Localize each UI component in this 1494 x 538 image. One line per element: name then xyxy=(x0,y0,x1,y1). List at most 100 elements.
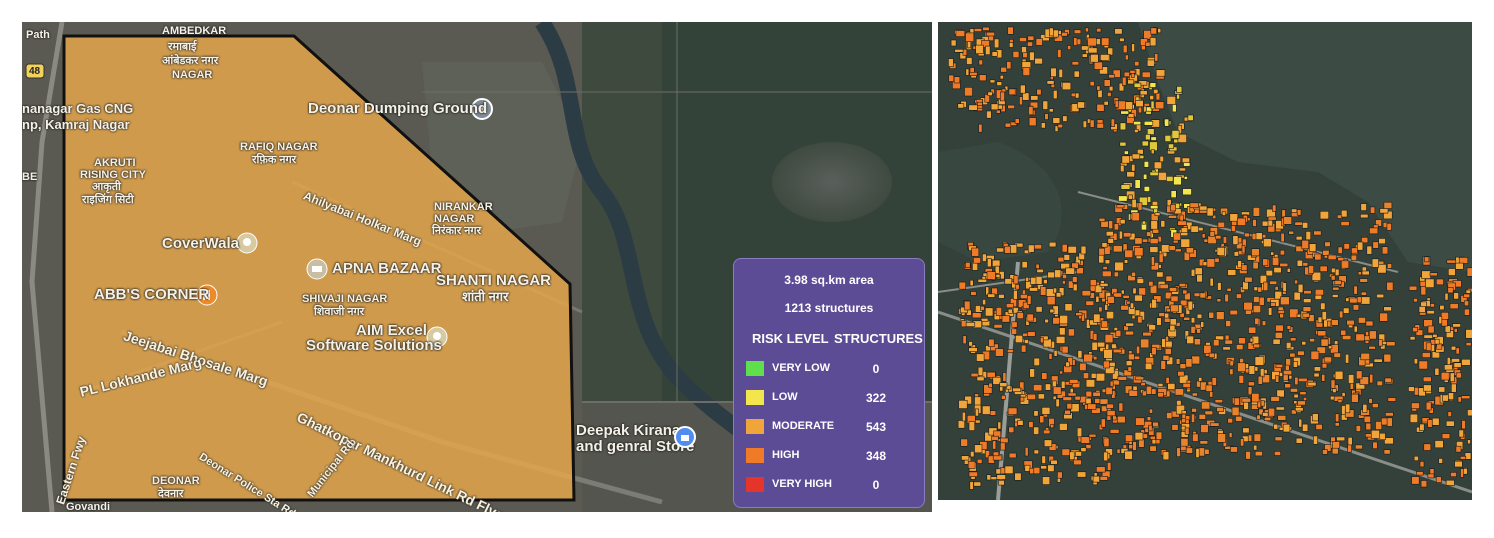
building-footprint xyxy=(1076,427,1083,438)
building-footprint xyxy=(1286,325,1292,330)
building-footprint xyxy=(1085,27,1089,33)
building-footprint xyxy=(1209,422,1220,427)
building-footprint xyxy=(1103,360,1110,369)
building-footprint xyxy=(1334,268,1340,276)
building-footprint xyxy=(1254,317,1260,325)
building-footprint xyxy=(1107,462,1112,471)
building-footprint xyxy=(1277,306,1284,311)
building-footprint xyxy=(1240,438,1245,447)
high-swatch xyxy=(746,448,764,463)
legend-row-high: HIGH 348 xyxy=(746,446,916,466)
building-footprint xyxy=(1413,298,1418,303)
building-footprint xyxy=(1093,472,1098,477)
aim-excel-label[interactable]: AIM Excel xyxy=(356,323,427,338)
building-footprint xyxy=(1072,276,1078,283)
building-footprint xyxy=(965,262,971,269)
shopping-cart-icon[interactable] xyxy=(306,258,328,285)
building-footprint xyxy=(1014,118,1020,124)
building-footprint xyxy=(1176,400,1182,406)
building-footprint xyxy=(1027,41,1033,47)
building-footprint xyxy=(1089,81,1095,87)
building-footprint xyxy=(1303,298,1312,304)
building-footprint xyxy=(1190,317,1196,324)
deepak-kirana-label[interactable]: Deepak Kirana xyxy=(576,423,680,438)
building-footprint xyxy=(973,28,983,32)
building-footprint xyxy=(1378,238,1386,245)
abbs-corner-label[interactable]: ABB'S CORNER xyxy=(94,287,209,302)
building-footprint xyxy=(1321,311,1327,321)
apna-bazaar-label[interactable]: APNA BAZAAR xyxy=(332,261,441,276)
building-footprint xyxy=(1131,164,1136,172)
building-footprint xyxy=(1347,436,1353,446)
building-footprint xyxy=(982,26,990,31)
building-footprint xyxy=(1137,315,1143,324)
building-footprint xyxy=(1293,400,1298,405)
building-footprint xyxy=(1053,90,1058,100)
building-footprint xyxy=(1298,377,1308,383)
building-footprint xyxy=(1167,383,1176,390)
low-swatch xyxy=(746,390,764,405)
deonar-dumping-ground-label[interactable]: Deonar Dumping Ground xyxy=(308,101,487,116)
building-footprint xyxy=(1465,289,1471,294)
building-footprint xyxy=(1115,329,1122,337)
building-footprint xyxy=(1085,444,1092,449)
store-pin-icon[interactable] xyxy=(674,426,696,453)
building-footprint xyxy=(1443,364,1453,371)
building-footprint xyxy=(1123,71,1131,77)
building-footprint xyxy=(1064,303,1073,312)
building-footprint xyxy=(1034,244,1043,250)
structures-header: STRUCTURES xyxy=(834,331,923,346)
building-footprint xyxy=(1285,342,1292,349)
building-footprint xyxy=(1119,230,1123,240)
building-footprint xyxy=(1228,432,1233,438)
building-footprint xyxy=(1176,447,1181,457)
building-footprint xyxy=(1229,368,1234,375)
building-footprint xyxy=(1408,386,1416,392)
building-footprint xyxy=(1092,475,1100,483)
building-footprint xyxy=(1134,129,1139,133)
building-footprint xyxy=(1165,376,1170,384)
building-footprint xyxy=(1017,419,1024,426)
building-footprint xyxy=(1425,401,1432,411)
building-footprint xyxy=(982,299,987,306)
legend-label: LOW xyxy=(772,391,798,403)
building-footprint xyxy=(974,444,983,454)
building-footprint xyxy=(1301,239,1309,250)
building-footprint xyxy=(1275,375,1280,383)
building-footprint xyxy=(966,57,973,65)
building-footprint xyxy=(1280,232,1285,243)
building-footprint xyxy=(1297,400,1306,406)
building-footprint xyxy=(978,123,983,133)
building-footprint xyxy=(1270,396,1280,402)
building-footprint xyxy=(1061,448,1071,456)
building-footprint xyxy=(1217,433,1226,443)
building-footprint xyxy=(1044,318,1049,324)
building-footprint xyxy=(1099,398,1109,405)
building-footprint xyxy=(1199,205,1208,211)
building-footprint xyxy=(1183,316,1191,321)
building-footprint xyxy=(1322,250,1330,256)
building-footprint xyxy=(990,103,999,111)
software-solutions-label[interactable]: Software Solutions xyxy=(306,338,442,353)
building-footprint xyxy=(1461,358,1471,366)
building-footprint xyxy=(1100,418,1106,428)
building-footprint xyxy=(1165,340,1173,348)
building-footprint xyxy=(1193,338,1201,346)
building-footprint xyxy=(1418,305,1426,313)
legend-label: HIGH xyxy=(772,449,800,461)
building-footprint xyxy=(1289,337,1297,342)
building-footprint xyxy=(1452,323,1461,328)
building-footprint xyxy=(1065,267,1075,275)
building-footprint xyxy=(1125,101,1133,110)
building-footprint xyxy=(1307,381,1317,387)
building-footprint xyxy=(1310,350,1320,360)
building-footprint xyxy=(1426,310,1435,315)
building-footprint xyxy=(1440,311,1449,320)
coverwala-label[interactable]: CoverWala xyxy=(162,236,239,251)
building-footprint xyxy=(1061,32,1068,37)
right-structure-risk-map[interactable] xyxy=(938,22,1472,500)
building-footprint xyxy=(1200,321,1205,328)
building-footprint xyxy=(1169,318,1177,326)
coverwala-pin-icon[interactable] xyxy=(236,232,258,259)
building-footprint xyxy=(1199,381,1207,391)
